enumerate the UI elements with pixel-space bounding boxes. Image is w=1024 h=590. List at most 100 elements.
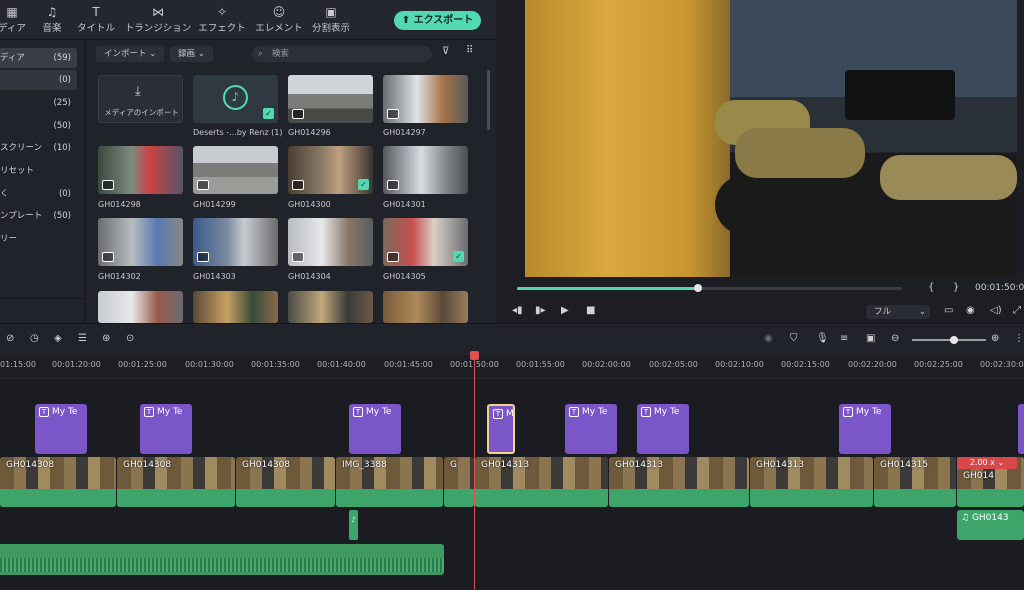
sidebar-item-3[interactable]: (25) — [0, 93, 77, 113]
title-clip[interactable]: T My Te — [349, 404, 401, 454]
title-clip[interactable]: T My Te — [35, 404, 87, 454]
sidebar-item-project[interactable]: (0) — [0, 70, 77, 90]
chevron-down-icon: ⌄ — [918, 307, 926, 317]
zoom-out-icon[interactable]: ⊖ — [891, 333, 899, 344]
media-thumb[interactable] — [193, 291, 278, 323]
crop-icon[interactable]: ⊘ — [6, 333, 14, 344]
media-thumb[interactable] — [98, 218, 183, 266]
monitor-icon[interactable]: ▭ — [944, 305, 953, 316]
video-clip[interactable]: GH014308 — [236, 457, 335, 507]
video-clip[interactable]: G — [444, 457, 474, 507]
step-forward-icon[interactable]: ▮▸ — [535, 305, 546, 316]
sidebar-item-media[interactable]: ディア (59) — [0, 48, 77, 68]
title-clip[interactable]: T My Te — [637, 404, 689, 454]
video-clip[interactable]: GH014313 — [609, 457, 749, 507]
media-thumb[interactable] — [288, 218, 373, 266]
preview-video — [525, 0, 1017, 277]
video-clip[interactable]: GH014315 — [874, 457, 956, 507]
sidebar-item-screen[interactable]: スクリーン (10) — [0, 138, 77, 158]
step-back-icon[interactable]: ◂▮ — [512, 305, 523, 316]
pip-icon[interactable]: ▣ — [866, 333, 875, 344]
media-thumb[interactable] — [383, 291, 468, 323]
play-icon[interactable]: ▶ — [561, 305, 569, 316]
media-thumb[interactable] — [98, 146, 183, 194]
background-music-clip[interactable] — [0, 544, 444, 575]
title-icon: T — [493, 409, 503, 419]
filter-icon[interactable]: ⊽ — [442, 46, 449, 57]
title-clip[interactable] — [1018, 404, 1024, 454]
video-clip[interactable]: GH014313 — [750, 457, 873, 507]
zoom-in-icon[interactable]: ⊕ — [991, 333, 999, 344]
speed-badge[interactable]: 2.00 x ⌄ — [957, 457, 1017, 469]
sidebar-item-library[interactable]: リー — [0, 229, 77, 249]
video-icon — [387, 109, 399, 119]
render-icon[interactable]: ◉ — [764, 333, 773, 344]
media-thumb-deserts[interactable]: ♪ ✓ — [193, 75, 278, 123]
video-clip[interactable]: GH014308 — [0, 457, 116, 507]
import-dropdown[interactable]: インポート ⌄ — [96, 46, 165, 62]
audio-clip[interactable]: ♫ GH0143 — [957, 510, 1024, 540]
check-icon: ✓ — [263, 108, 274, 119]
media-thumb[interactable] — [98, 291, 183, 323]
media-thumb[interactable] — [193, 146, 278, 194]
timeline-ruler[interactable]: 01:15:00 00:01:20:00 00:01:25:00 00:01:3… — [0, 355, 1024, 379]
video-icon — [387, 180, 399, 190]
media-thumb[interactable] — [193, 218, 278, 266]
title-clip[interactable]: T My Te — [140, 404, 192, 454]
playhead-handle[interactable] — [470, 351, 479, 360]
audio-sync-icon[interactable]: ⊙ — [126, 333, 134, 344]
tool-transition[interactable]: ⋈ トランジション — [122, 4, 194, 38]
grid-view-icon[interactable]: ⠿ — [466, 45, 473, 56]
media-thumb[interactable]: ✓ — [383, 218, 468, 266]
media-thumb[interactable] — [383, 75, 468, 123]
volume-icon[interactable]: ◁) — [990, 305, 1002, 316]
camera-icon[interactable]: ◉ — [966, 305, 975, 316]
search-input[interactable]: ⌕ 検索 — [252, 46, 432, 62]
sidebar-item-7[interactable]: く (0) — [0, 184, 77, 204]
mark-in-icon[interactable]: { — [928, 282, 934, 293]
quality-select[interactable]: フル ⌄ — [866, 305, 930, 319]
title-clip[interactable]: T My Te — [565, 404, 617, 454]
fullscreen-icon[interactable]: ⤢ — [1013, 305, 1021, 316]
tool-title[interactable]: T タイトル — [66, 4, 126, 38]
speed-icon[interactable]: ◷ — [30, 333, 39, 344]
import-media-tile[interactable]: ⤓ メディアのインポート — [98, 75, 183, 123]
record-dropdown[interactable]: 録画 ⌄ — [170, 46, 213, 62]
tool-effect[interactable]: ✧ エフェクト — [192, 4, 252, 38]
video-clip[interactable]: GH014313 — [475, 457, 608, 507]
top-toolbar: ▦ ディア ♫ 音楽 T タイトル ⋈ トランジション ✧ エフェクト ☺ エレメント ▣ 分… — [0, 0, 496, 40]
playhead-knob[interactable] — [694, 284, 702, 292]
mark-out-icon[interactable]: } — [953, 282, 959, 293]
tool-element[interactable]: ☺ エレメント — [249, 4, 309, 38]
title-icon: T — [39, 407, 49, 417]
title-clip-selected[interactable]: TM — [487, 404, 515, 454]
zoom-slider[interactable] — [912, 339, 986, 341]
mic-icon[interactable]: 🎙 — [816, 333, 829, 344]
video-clip[interactable]: GH014308 — [117, 457, 235, 507]
export-button[interactable]: ⬆ エクスポート — [394, 11, 481, 30]
media-thumb[interactable]: ✓ — [288, 146, 373, 194]
stabilize-icon[interactable]: ⊛ — [102, 333, 110, 344]
video-icon — [292, 252, 304, 262]
music-note-icon: ♪ — [223, 85, 248, 110]
music-list-icon[interactable]: ≡ — [840, 333, 848, 344]
media-thumb[interactable] — [383, 146, 468, 194]
stop-icon[interactable]: ■ — [586, 305, 595, 316]
media-thumb[interactable] — [288, 291, 373, 323]
sidebar-item-template[interactable]: ンプレート (50) — [0, 206, 77, 226]
media-thumb[interactable] — [288, 75, 373, 123]
sidebar-item-preset[interactable]: リセット — [0, 161, 77, 181]
media-scrollbar[interactable] — [487, 70, 490, 130]
sidebar-item-4[interactable]: (50) — [0, 116, 77, 136]
adjust-icon[interactable]: ☰ — [78, 333, 87, 344]
audio-clip-small[interactable]: ♪ — [349, 510, 358, 540]
marker-icon[interactable]: ⛉ — [790, 333, 798, 344]
zoom-slider-knob[interactable] — [950, 336, 958, 344]
chevron-down-icon: ⌄ — [146, 49, 157, 59]
tool-split[interactable]: ▣ 分割表示 — [301, 4, 361, 38]
more-icon[interactable]: ⋮ — [1014, 333, 1024, 344]
timeline-playhead[interactable] — [474, 352, 475, 590]
title-clip[interactable]: T My Te — [839, 404, 891, 454]
color-icon[interactable]: ◈ — [54, 333, 62, 344]
video-clip[interactable]: IMG_3388 — [336, 457, 443, 507]
